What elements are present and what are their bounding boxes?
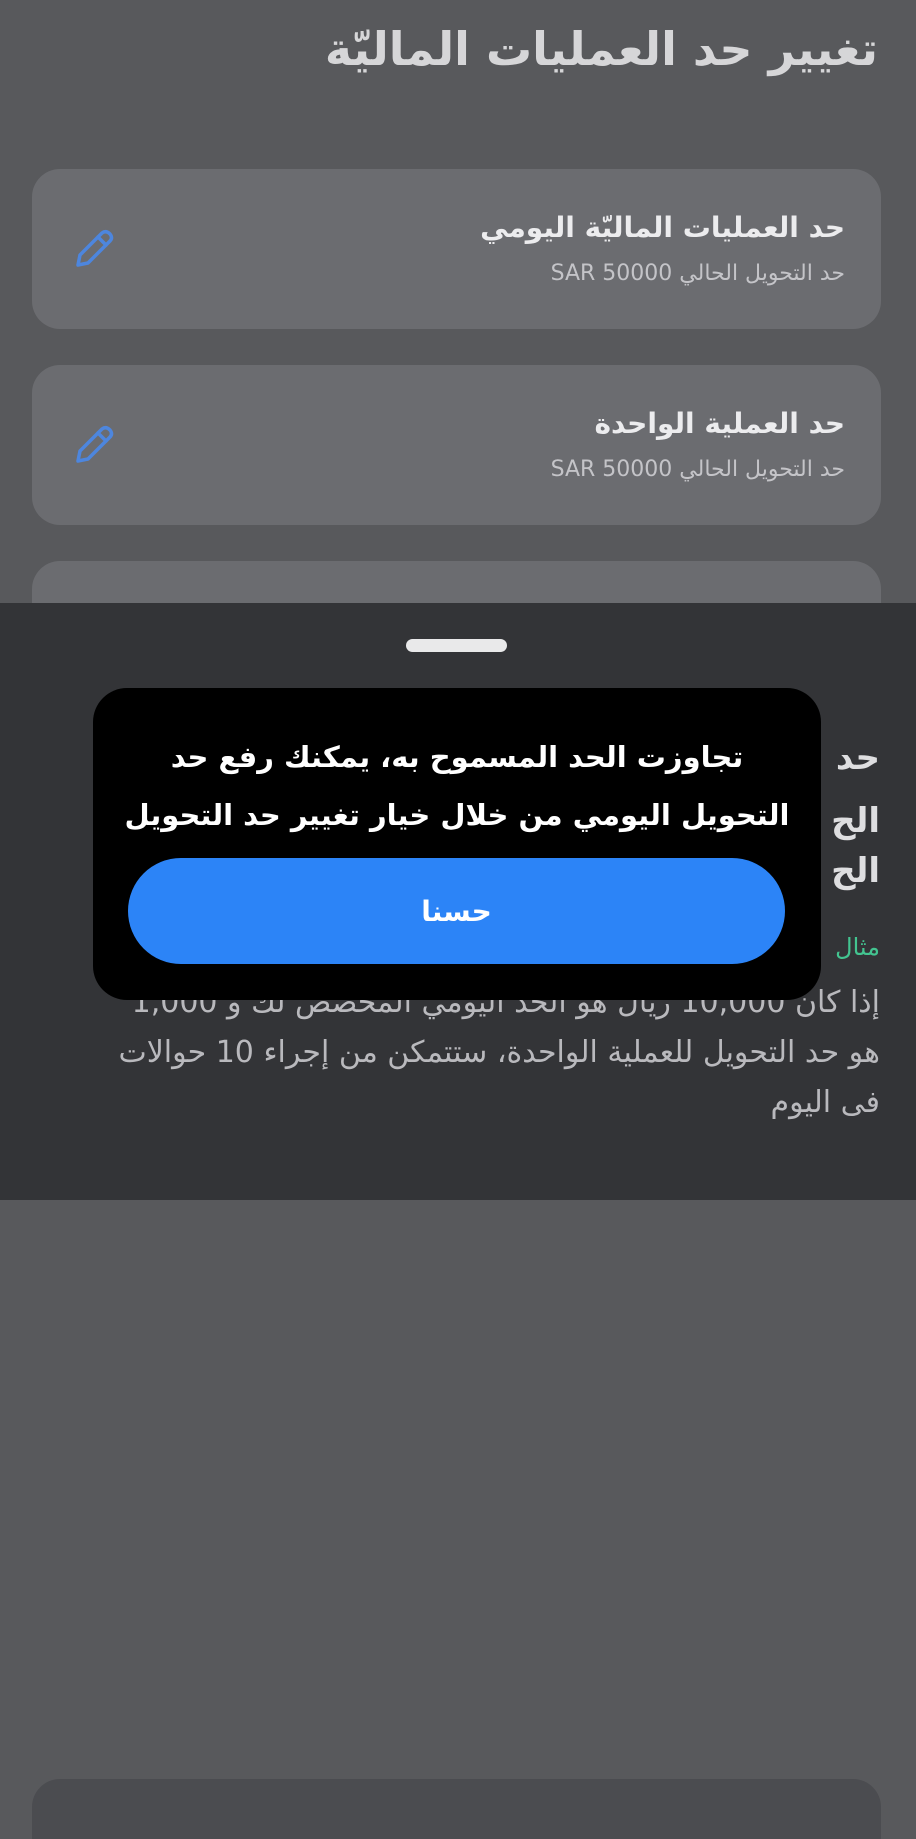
- limit-exceeded-alert: تجاوزت الحد المسموح به، يمكنك رفع حد الت…: [93, 688, 821, 1000]
- single-limit-title: حد العملية الواحدة: [594, 407, 845, 440]
- single-limit-current: حد التحويل الحالي SAR 50000: [550, 457, 845, 482]
- example-label: مثال: [835, 933, 880, 961]
- daily-limit-current: حد التحويل الحالي SAR 50000: [550, 261, 845, 286]
- sheet-drag-handle[interactable]: [406, 639, 507, 652]
- pencil-edit-icon[interactable]: [70, 421, 118, 469]
- ok-button[interactable]: حسنا: [128, 858, 785, 964]
- sheet-heading-line: الح: [831, 851, 880, 891]
- daily-limit-card[interactable]: حد العمليات الماليّة اليومي حد التحويل ا…: [32, 169, 881, 329]
- alert-message: تجاوزت الحد المسموح به، يمكنك رفع حد الت…: [124, 740, 790, 832]
- sheet-heading-line: حد: [835, 738, 880, 778]
- daily-limit-title: حد العمليات الماليّة اليومي: [480, 211, 845, 244]
- example-body-text: إذا كان 10,000 ريال هو الحد اليومي المخص…: [118, 985, 880, 1120]
- pencil-edit-icon[interactable]: [70, 225, 118, 273]
- single-transaction-limit-card[interactable]: حد العملية الواحدة حد التحويل الحالي SAR…: [32, 365, 881, 525]
- page-title: تغيير حد العمليات الماليّة: [324, 22, 878, 76]
- bottom-card: [32, 1779, 881, 1839]
- sheet-heading-line: الح: [831, 801, 880, 841]
